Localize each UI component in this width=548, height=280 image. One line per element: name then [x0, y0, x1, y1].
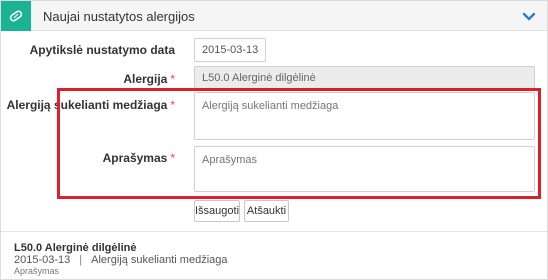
- entry-description: Aprašymas: [14, 266, 60, 276]
- allergy-label: Alergija *: [123, 72, 175, 86]
- chevron-down-icon[interactable]: [522, 12, 536, 22]
- description-textarea[interactable]: [194, 146, 535, 192]
- entry-separator: |: [79, 254, 83, 266]
- entry-date: 2015-03-13: [14, 254, 71, 266]
- entry-meta: 2015-03-13 | Alergiją sukelianti medžiaga: [14, 254, 228, 266]
- allergy-field: [194, 66, 535, 90]
- date-input[interactable]: [194, 38, 266, 62]
- entry-title: L50.0 Alerginė dilgėlinė: [14, 242, 137, 254]
- description-label: Aprašymas *: [102, 151, 175, 165]
- date-label: Apytikslė nustatymo data: [29, 43, 175, 57]
- allergies-panel: Naujai nustatytos alergijos Apytikslė nu…: [0, 0, 548, 280]
- allergen-textarea[interactable]: [194, 92, 535, 140]
- entry-allergen: Alergiją sukelianti medžiaga: [91, 254, 228, 266]
- save-button[interactable]: Išsaugoti: [194, 200, 240, 222]
- header-icon-box: [1, 1, 31, 31]
- allergen-label: Alergiją sukelianti medžiaga *: [6, 98, 175, 112]
- bandage-icon: [9, 10, 23, 22]
- required-mark: *: [170, 98, 175, 112]
- required-mark: *: [170, 151, 175, 165]
- panel-header[interactable]: Naujai nustatytos alergijos: [1, 1, 547, 31]
- cancel-button[interactable]: Atšaukti: [244, 200, 289, 222]
- divider: [1, 231, 547, 232]
- required-mark: *: [170, 72, 175, 86]
- panel-title: Naujai nustatytos alergijos: [43, 9, 195, 24]
